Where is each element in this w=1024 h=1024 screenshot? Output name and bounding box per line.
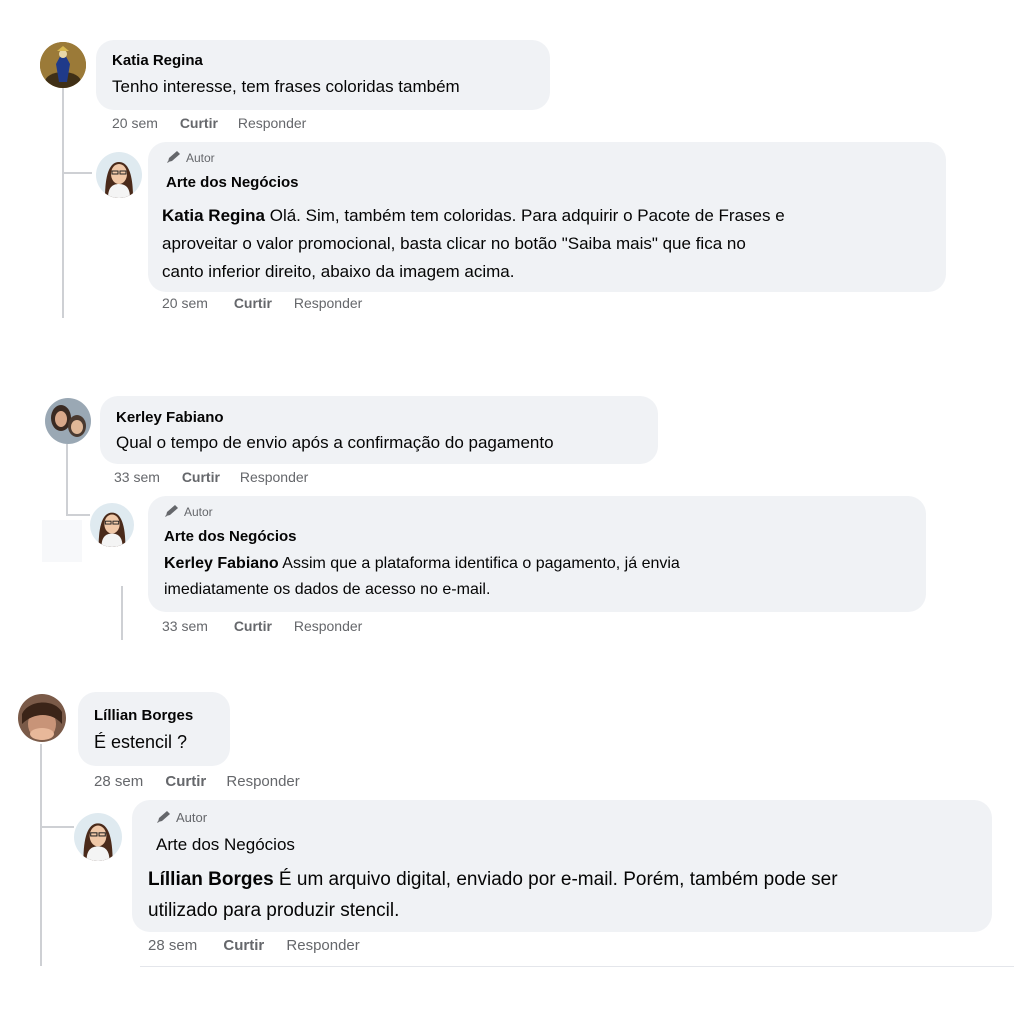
reply-button[interactable]: Responder — [286, 937, 359, 954]
placeholder-box — [42, 520, 82, 562]
reply-text: Kerley Fabiano Assim que a plataforma id… — [164, 551, 680, 603]
reply-timestamp[interactable]: 20 sem — [162, 295, 208, 311]
avatar-arte-dos-negocios[interactable] — [90, 503, 134, 547]
avatar-arte-dos-negocios[interactable] — [96, 152, 142, 198]
reply-text-line: canto inferior direito, abaixo da imagem… — [162, 262, 515, 281]
pencil-icon — [167, 151, 180, 163]
reply-text-line: É um arquivo digital, enviado por e-mail… — [278, 869, 838, 890]
author-badge: Autor — [166, 150, 215, 165]
thread-connector-line — [40, 744, 42, 966]
author-badge: Autor — [156, 810, 207, 825]
reply-text: Katia Regina Olá. Sim, também tem colori… — [162, 202, 785, 286]
pencil-icon — [165, 505, 178, 517]
reply-actions: 33 sem Curtir Responder — [162, 618, 362, 634]
reply-bubble: Autor Arte dos Negócios Líllian Borges É… — [132, 800, 992, 932]
avatar-katia-regina[interactable] — [40, 42, 86, 88]
reply-actions: 20 sem Curtir Responder — [162, 295, 362, 311]
avatar-image — [74, 813, 122, 861]
reply-text-line: Olá. Sim, também tem coloridas. Para adq… — [269, 206, 785, 225]
comment-text: Tenho interesse, tem frases coloridas ta… — [112, 77, 460, 96]
thread-connector-line — [62, 86, 64, 318]
comment-actions: 28 sem Curtir Responder — [94, 773, 300, 790]
comment-timestamp[interactable]: 33 sem — [114, 469, 160, 485]
reply-text-line: aproveitar o valor promocional, basta cl… — [162, 234, 746, 253]
comment-actions: 20 sem Curtir Responder — [112, 115, 306, 131]
reply-text: Líllian Borges É um arquivo digital, env… — [148, 864, 838, 926]
reply-text-line: Assim que a plataforma identifica o paga… — [282, 555, 680, 572]
comment-author[interactable]: Katia Regina — [112, 52, 203, 69]
comment-bubble: Líllian Borges É estencil ? — [78, 692, 230, 766]
like-button[interactable]: Curtir — [182, 469, 220, 485]
mention-link[interactable]: Kerley Fabiano — [164, 555, 279, 572]
avatar-image — [45, 398, 91, 444]
comment-timestamp[interactable]: 20 sem — [112, 115, 158, 131]
reply-button[interactable]: Responder — [294, 618, 363, 634]
reply-connector-line — [62, 172, 92, 174]
thread-connector-line — [121, 586, 123, 640]
like-button[interactable]: Curtir — [223, 937, 264, 954]
like-button[interactable]: Curtir — [165, 773, 206, 790]
divider — [140, 966, 1014, 967]
author-badge-label: Autor — [184, 505, 213, 519]
reply-connector-line — [66, 514, 90, 516]
pencil-icon — [157, 811, 170, 823]
avatar-arte-dos-negocios[interactable] — [74, 813, 122, 861]
reply-timestamp[interactable]: 33 sem — [162, 618, 208, 634]
mention-link[interactable]: Líllian Borges — [148, 869, 274, 890]
reply-author[interactable]: Arte dos Negócios — [166, 174, 299, 191]
comment-bubble: Kerley Fabiano Qual o tempo de envio apó… — [100, 396, 658, 464]
avatar-image — [18, 694, 66, 742]
avatar-kerley-fabiano[interactable] — [45, 398, 91, 444]
comment-author[interactable]: Líllian Borges — [94, 707, 193, 724]
comment-author[interactable]: Kerley Fabiano — [116, 409, 224, 426]
reply-button[interactable]: Responder — [226, 773, 299, 790]
author-badge-label: Autor — [186, 151, 215, 165]
author-badge-label: Autor — [176, 810, 208, 825]
reply-text-line: imediatamente os dados de acesso no e-ma… — [164, 581, 491, 598]
reply-author[interactable]: Arte dos Negócios — [156, 835, 295, 855]
like-button[interactable]: Curtir — [180, 115, 218, 131]
thread-connector-line — [66, 444, 68, 514]
avatar-image — [40, 42, 86, 88]
avatar-image — [90, 503, 134, 547]
comment-text: É estencil ? — [94, 732, 188, 752]
comment-bubble: Katia Regina Tenho interesse, tem frases… — [96, 40, 550, 110]
reply-button[interactable]: Responder — [240, 469, 309, 485]
reply-timestamp[interactable]: 28 sem — [148, 937, 197, 954]
like-button[interactable]: Curtir — [234, 618, 272, 634]
reply-actions: 28 sem Curtir Responder — [148, 937, 360, 954]
reply-connector-line — [40, 826, 74, 828]
avatar-lillian-borges[interactable] — [18, 694, 66, 742]
reply-button[interactable]: Responder — [294, 295, 363, 311]
like-button[interactable]: Curtir — [234, 295, 272, 311]
reply-bubble: Autor Arte dos Negócios Kerley Fabiano A… — [148, 496, 926, 612]
reply-author[interactable]: Arte dos Negócios — [164, 528, 297, 545]
reply-button[interactable]: Responder — [238, 115, 307, 131]
avatar-image — [96, 152, 142, 198]
author-badge: Autor — [164, 504, 213, 519]
mention-link[interactable]: Katia Regina — [162, 206, 265, 225]
reply-text-line: utilizado para produzir stencil. — [148, 900, 400, 921]
comment-actions: 33 sem Curtir Responder — [114, 469, 308, 485]
comment-text: Qual o tempo de envio após a confirmação… — [116, 433, 554, 452]
comment-timestamp[interactable]: 28 sem — [94, 773, 143, 790]
reply-bubble: Autor Arte dos Negócios Katia Regina Olá… — [148, 142, 946, 292]
